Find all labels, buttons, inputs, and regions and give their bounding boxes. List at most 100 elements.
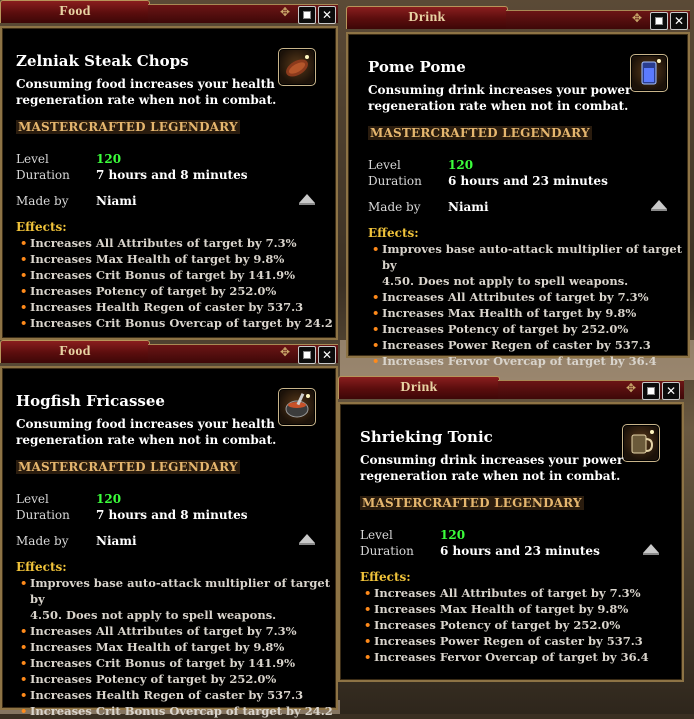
expand-arrow-icon[interactable]	[651, 200, 667, 211]
ornament-icon: ✥	[632, 11, 643, 25]
made-by-label: Made by	[368, 200, 421, 214]
level-label: Level	[360, 528, 393, 542]
window-tab[interactable]: Drink	[338, 376, 500, 399]
item-name: Hogfish Fricassee	[16, 392, 165, 410]
level-label: Level	[16, 152, 49, 166]
effect-item: Increases Potency of target by 252.0%	[372, 321, 688, 337]
effect-item: Increases Health Regen of caster by 537.…	[20, 299, 333, 315]
effect-item: Increases Potency of target by 252.0%	[20, 283, 333, 299]
restore-button[interactable]	[298, 346, 316, 364]
level-value: 120	[440, 528, 466, 542]
duration-value: 6 hours and 23 minutes	[448, 174, 608, 188]
effect-item: Increases Health Regen of caster by 537.…	[20, 687, 336, 703]
effects-heading: Effects:	[16, 560, 67, 574]
effect-item: Increases Max Health of target by 9.8%	[364, 601, 649, 617]
effects-list: Improves base auto-attack multiplier of …	[20, 575, 336, 719]
tooltip-panel: Pome Pome Consuming drink increases your…	[346, 32, 690, 369]
restore-icon	[647, 387, 655, 395]
restore-icon	[303, 351, 311, 359]
expand-arrow-icon[interactable]	[299, 194, 315, 205]
effect-item: Increases Max Health of target by 9.8%	[20, 639, 336, 655]
effect-item: Improves base auto-attack multiplier of …	[372, 241, 688, 273]
made-by-label: Made by	[16, 194, 69, 208]
close-button[interactable]: ✕	[318, 6, 336, 24]
description-line: Consuming drink increases your power	[360, 453, 624, 467]
made-by-value: Niami	[96, 534, 137, 548]
description-line: Consuming food increases your health	[16, 417, 275, 431]
effect-item: Increases Fervor Overcap of target by 36…	[364, 649, 649, 665]
effects-heading: Effects:	[16, 220, 67, 234]
expand-arrow-icon[interactable]	[643, 544, 659, 555]
effect-item: Increases All Attributes of target by 7.…	[372, 289, 688, 305]
effect-item: Increases Potency of target by 252.0%	[20, 671, 336, 687]
description-line: Consuming drink increases your power	[368, 83, 632, 97]
mug-icon	[622, 424, 660, 462]
duration-label: Duration	[360, 544, 414, 558]
window-tab[interactable]: Food	[0, 0, 150, 23]
item-description: Consuming drink increases your power reg…	[368, 82, 631, 114]
description-line: regeneration rate when not in combat.	[368, 99, 629, 113]
effects-list: Increases All Attributes of target by 7.…	[20, 235, 333, 331]
level-value: 120	[96, 152, 122, 166]
restore-icon	[655, 17, 663, 25]
tier-label: MASTERCRAFTED LEGENDARY	[368, 126, 592, 140]
glass-drink-icon	[630, 54, 668, 92]
item-description: Consuming drink increases your power reg…	[360, 452, 623, 484]
effect-item: Increases Crit Bonus of target by 141.9%	[20, 267, 333, 283]
drink-tooltip-window-2: Drink ✥ ✕ Shrieking Tonic Consuming drin…	[338, 376, 684, 682]
description-line: Consuming food increases your health	[16, 77, 275, 91]
tier-label: MASTERCRAFTED LEGENDARY	[360, 496, 584, 510]
food-tooltip-window-1: Food ✥ ✕ Zelniak Steak Chops Consuming f…	[0, 0, 338, 340]
made-by-label: Made by	[16, 534, 69, 548]
effect-item: Increases Crit Bonus Overcap of target b…	[20, 315, 333, 331]
restore-icon	[303, 11, 311, 19]
duration-label: Duration	[16, 508, 70, 522]
window-tab[interactable]: Food	[0, 340, 150, 363]
steak-icon	[278, 48, 316, 86]
stew-pot-icon	[278, 388, 316, 426]
description-line: regeneration rate when not in combat.	[360, 469, 621, 483]
effect-item: Increases All Attributes of target by 7.…	[20, 235, 333, 251]
close-button[interactable]: ✕	[318, 346, 336, 364]
level-value: 120	[448, 158, 474, 172]
duration-value: 6 hours and 23 minutes	[440, 544, 600, 558]
ornament-icon: ✥	[280, 5, 291, 19]
level-value: 120	[96, 492, 122, 506]
duration-value: 7 hours and 8 minutes	[96, 168, 248, 182]
expand-arrow-icon[interactable]	[299, 534, 315, 545]
effect-item: Increases Potency of target by 252.0%	[364, 617, 649, 633]
effect-item: Increases All Attributes of target by 7.…	[20, 623, 336, 639]
effect-item: Increases Max Health of target by 9.8%	[20, 251, 333, 267]
made-by-value: Niami	[448, 200, 489, 214]
restore-button[interactable]	[642, 382, 660, 400]
tooltip-panel: Shrieking Tonic Consuming drink increase…	[338, 402, 684, 682]
effect-item: Increases Fervor Overcap of target by 36…	[372, 353, 688, 369]
made-by-value: Niami	[96, 194, 137, 208]
level-label: Level	[16, 492, 49, 506]
tier-label: MASTERCRAFTED LEGENDARY	[16, 460, 240, 474]
effect-item: Increases Crit Bonus Overcap of target b…	[20, 703, 336, 719]
effects-heading: Effects:	[360, 570, 411, 584]
effect-item: Increases All Attributes of target by 7.…	[364, 585, 649, 601]
close-button[interactable]: ✕	[670, 12, 688, 30]
restore-button[interactable]	[298, 6, 316, 24]
restore-button[interactable]	[650, 12, 668, 30]
drink-tooltip-window-1: Drink ✥ ✕ Pome Pome Consuming drink incr…	[346, 6, 690, 369]
item-name: Shrieking Tonic	[360, 428, 493, 446]
effect-item: Increases Max Health of target by 9.8%	[372, 305, 688, 321]
duration-value: 7 hours and 8 minutes	[96, 508, 248, 522]
item-description: Consuming food increases your health reg…	[16, 416, 276, 448]
window-tab[interactable]: Drink	[346, 6, 508, 29]
effect-item: Improves base auto-attack multiplier of …	[20, 575, 336, 607]
duration-label: Duration	[16, 168, 70, 182]
level-label: Level	[368, 158, 401, 172]
effect-item: Increases Power Regen of caster by 537.3	[372, 337, 688, 353]
item-description: Consuming food increases your health reg…	[16, 76, 276, 108]
close-button[interactable]: ✕	[662, 382, 680, 400]
effect-item-continued: 4.50. Does not apply to spell weapons.	[382, 274, 629, 288]
description-line: regeneration rate when not in combat.	[16, 93, 277, 107]
effect-item: Increases Power Regen of caster by 537.3	[364, 633, 649, 649]
item-name: Pome Pome	[368, 58, 466, 76]
effects-heading: Effects:	[368, 226, 419, 240]
effect-item: Increases Crit Bonus of target by 141.9%	[20, 655, 336, 671]
